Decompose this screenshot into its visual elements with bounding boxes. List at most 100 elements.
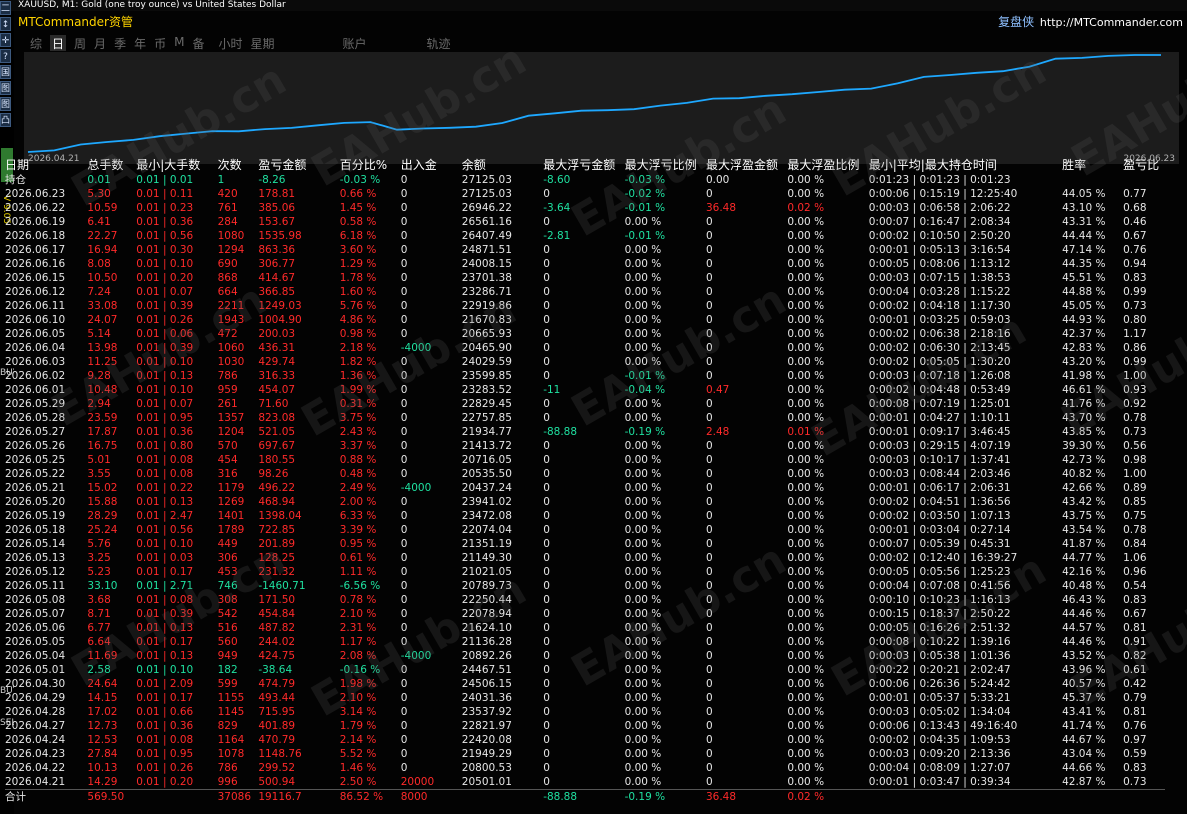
column-header[interactable]: 最大浮亏比例 — [625, 158, 706, 173]
column-header[interactable]: 最大浮盈金额 — [706, 158, 787, 173]
column-header[interactable]: 出入金 — [401, 158, 462, 173]
table-cell: 0 — [400, 762, 408, 774]
left-tool-button[interactable]: ? — [0, 49, 11, 63]
table-row[interactable]: 2026.04.30 24.64 0.01 | 2.09 599 474.79 1.98 … — [5, 677, 1165, 691]
table-cell: 44.44 % — [1062, 230, 1106, 242]
table-row[interactable]: 2026.04.22 10.13 0.01 | 0.26 786 299.52 1.46 … — [5, 761, 1165, 775]
table-row[interactable]: 2026.06.04 13.98 0.01 | 0.39 1060 436.31 2.18… — [5, 341, 1165, 355]
tab-12[interactable]: 轨迹 — [427, 35, 451, 51]
table-row[interactable]: 2026.05.14 5.76 0.01 | 0.10 449 201.89 0.95 %… — [5, 537, 1165, 551]
table-row[interactable]: 2026.05.19 28.29 0.01 | 2.47 1401 1398.04 6.3… — [5, 509, 1165, 523]
column-header[interactable]: 次数 — [218, 158, 259, 173]
table-row[interactable]: 2026.06.03 11.25 0.01 | 0.10 1030 429.74 1.82… — [5, 355, 1165, 369]
table-row[interactable]: 2026.06.23 5.30 0.01 | 0.11 420 178.81 0.66 %… — [5, 187, 1165, 201]
left-tool-button[interactable]: ✛ — [0, 33, 11, 47]
tab-8[interactable]: 备 — [192, 35, 204, 51]
column-header[interactable]: 余额 — [462, 158, 543, 173]
tab-11[interactable]: 账户 — [343, 35, 367, 51]
tab-10[interactable]: 星期 — [251, 35, 275, 51]
table-cell: 45.37 % — [1062, 692, 1106, 704]
table-row[interactable]: 2026.05.29 2.94 0.01 | 0.07 261 71.60 0.31 % 0… — [5, 397, 1165, 411]
tab-0[interactable]: 综 — [30, 35, 42, 51]
table-cell: 0.00 % — [624, 650, 662, 662]
table-row[interactable]: 2026.05.22 3.55 0.01 | 0.08 316 98.26 0.48 % 0… — [5, 467, 1165, 481]
table-row[interactable]: 2026.04.27 12.73 0.01 | 0.36 829 401.89 1.79 … — [5, 719, 1165, 733]
table-cell: 43.20 % — [1062, 356, 1106, 368]
table-row[interactable]: 2026.06.17 16.94 0.01 | 0.30 1294 863.36 3.60… — [5, 243, 1165, 257]
table-row[interactable]: 2026.06.15 10.50 0.01 | 0.20 868 414.67 1.78 … — [5, 271, 1165, 285]
left-tool-button[interactable]: 国 — [0, 65, 11, 79]
table-cell: 44.93 % — [1062, 314, 1106, 326]
table-row[interactable]: 2026.06.19 6.41 0.01 | 0.36 284 153.67 0.58 %… — [5, 215, 1165, 229]
table-cell: 5.23 — [87, 566, 111, 578]
table-cell: 0 — [543, 314, 550, 326]
left-tool-button[interactable]: 凸 — [0, 113, 11, 127]
tab-4[interactable]: 季 — [114, 35, 126, 51]
table-row[interactable]: 2026.06.12 7.24 0.01 | 0.07 664 366.85 1.60 %… — [5, 285, 1165, 299]
table-row[interactable]: 2026.06.02 9.28 0.01 | 0.13 786 316.33 1.36 %… — [5, 369, 1165, 383]
left-tool-button[interactable]: 图 — [0, 97, 11, 111]
table-row[interactable]: 2026.06.10 24.07 0.01 | 0.26 1943 1004.90 4.8… — [5, 313, 1165, 327]
tab-7[interactable]: M — [174, 35, 184, 51]
brand-url-link[interactable]: http://MTCommander.com — [1040, 16, 1183, 29]
table-cell: 0 — [400, 496, 408, 508]
table-row[interactable]: 2026.05.07 8.71 0.01 | 0.39 542 454.84 2.10 %… — [5, 607, 1165, 621]
table-row[interactable]: 2026.05.13 3.25 0.01 | 0.03 306 128.25 0.61 %… — [5, 551, 1165, 565]
tab-3[interactable]: 月 — [94, 35, 106, 51]
left-tool-button[interactable]: ↕ — [0, 17, 11, 31]
column-header[interactable]: 最小|大手数 — [136, 158, 217, 173]
column-header[interactable]: 日期 — [5, 158, 87, 173]
table-row[interactable]: 2026.05.12 5.23 0.01 | 0.17 453 231.32 1.11 %… — [5, 565, 1165, 579]
table-row[interactable]: 2026.05.26 16.75 0.01 | 0.80 570 697.67 3.37 … — [5, 439, 1165, 453]
table-row[interactable]: 2026.05.27 17.87 0.01 | 0.36 1204 521.05 2.43… — [5, 425, 1165, 439]
table-cell: 43.04 % — [1062, 748, 1106, 760]
table-cell: 1179 — [217, 482, 245, 494]
table-row[interactable]: 2026.04.28 17.02 0.01 | 0.66 1145 715.95 3.14… — [5, 705, 1165, 719]
column-header[interactable]: 盈亏金额 — [258, 158, 339, 173]
table-row[interactable]: 2026.06.16 8.08 0.01 | 0.10 690 306.77 1.29 %… — [5, 257, 1165, 271]
tab-2[interactable]: 周 — [74, 35, 86, 51]
table-cell: 0:00:08 | 0:07:19 | 1:25:01 — [868, 398, 1011, 410]
table-row[interactable]: 2026.06.05 5.14 0.01 | 0.06 472 200.03 0.98 %… — [5, 327, 1165, 341]
table-cell: 1.99 % — [339, 384, 377, 396]
column-header[interactable]: 总手数 — [87, 158, 136, 173]
column-header[interactable]: 最小|平均|最大持仓时间 — [869, 158, 1062, 173]
table-row[interactable]: 2026.05.05 6.64 0.01 | 0.17 560 244.02 1.17 %… — [5, 635, 1165, 649]
column-header[interactable]: 最大浮亏金额 — [543, 158, 624, 173]
total-row[interactable]: 合计 569.50 37086 19116.7 86.52 % 8000 -88.88 -0.… — [5, 789, 1165, 804]
table-cell: 21670.83 — [461, 314, 512, 326]
column-header[interactable]: 盈亏比 — [1123, 158, 1165, 173]
left-tool-button[interactable]: 二 — [0, 1, 11, 15]
table-row[interactable]: 2026.05.18 25.24 0.01 | 0.56 1789 722.85 3.39… — [5, 523, 1165, 537]
table-cell: 0 — [543, 608, 550, 620]
table-cell: 2026.06.16 — [5, 258, 66, 270]
table-cell: 0.67 — [1123, 608, 1147, 620]
table-row[interactable]: 2026.04.23 27.84 0.01 | 0.95 1078 1148.76 5.5… — [5, 747, 1165, 761]
table-row[interactable]: 2026.05.25 5.01 0.01 | 0.08 454 180.55 0.88 %… — [5, 453, 1165, 467]
tab-9[interactable]: 小时 — [218, 35, 242, 51]
table-row[interactable]: 2026.05.21 15.02 0.01 | 0.22 1179 496.22 2.49… — [5, 481, 1165, 495]
holding-row[interactable]: 持仓 0.01 0.01 | 0.01 1 -8.26 -0.03 % 0 27125.03 -… — [5, 173, 1165, 187]
tab-6[interactable]: 币 — [154, 35, 166, 51]
table-row[interactable]: 2026.05.08 3.68 0.01 | 0.08 308 171.50 0.78 %… — [5, 593, 1165, 607]
table-row[interactable]: 2026.06.22 10.59 0.01 | 0.23 761 385.06 1.45 … — [5, 201, 1165, 215]
left-tool-button[interactable]: 图 — [0, 81, 11, 95]
table-row[interactable]: 2026.06.11 33.08 0.01 | 0.39 2211 1249.03 5.7… — [5, 299, 1165, 313]
tab-1[interactable]: 日 — [50, 35, 67, 51]
table-row[interactable]: 2026.05.04 11.69 0.01 | 0.13 949 424.75 2.08 … — [5, 649, 1165, 663]
table-row[interactable]: 2026.06.18 22.27 0.01 | 0.56 1080 1535.98 6.1… — [5, 229, 1165, 243]
table-row[interactable]: 2026.04.29 14.15 0.01 | 0.17 1155 493.44 2.10… — [5, 691, 1165, 705]
tab-5[interactable]: 年 — [134, 35, 146, 51]
table-row[interactable]: 2026.05.01 2.58 0.01 | 0.10 182 -38.64 -0.16 … — [5, 663, 1165, 677]
table-row[interactable]: 2026.05.20 15.88 0.01 | 0.13 1269 468.94 2.00… — [5, 495, 1165, 509]
column-header[interactable]: 最大浮盈比例 — [787, 158, 868, 173]
table-row[interactable]: 2026.06.01 10.48 0.01 | 0.10 959 454.07 1.99 … — [5, 383, 1165, 397]
table-row[interactable]: 2026.05.06 6.77 0.01 | 0.13 516 487.82 2.31 %… — [5, 621, 1165, 635]
table-row[interactable]: 2026.04.24 12.53 0.01 | 0.08 1164 470.79 2.14… — [5, 733, 1165, 747]
table-row[interactable]: 2026.04.21 14.29 0.01 | 0.20 996 500.94 2.50 … — [5, 775, 1165, 790]
table-row[interactable]: 2026.05.11 33.10 0.01 | 2.71 746 -1460.71 -6.… — [5, 579, 1165, 593]
column-header[interactable]: 胜率 — [1062, 158, 1123, 173]
column-header[interactable]: 百分比% — [340, 158, 401, 173]
table-cell: 40.82 % — [1062, 468, 1106, 480]
table-row[interactable]: 2026.05.28 23.59 0.01 | 0.95 1357 823.08 3.75… — [5, 411, 1165, 425]
